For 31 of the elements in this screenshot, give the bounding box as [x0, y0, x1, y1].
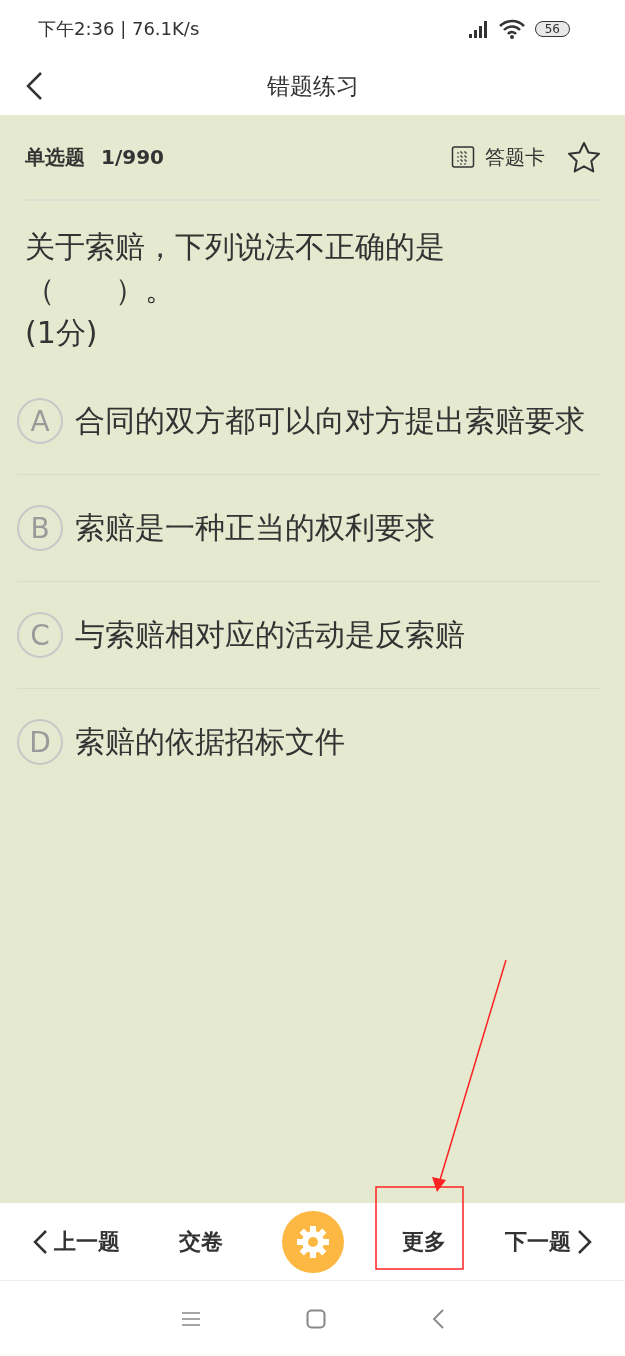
option-letter: B [17, 505, 63, 551]
more-button[interactable]: 更多 [402, 1226, 447, 1257]
page-title: 错题练习 [266, 71, 359, 101]
chevron-right-icon [577, 1228, 593, 1255]
option-letter: D [17, 719, 63, 765]
option-letter: C [17, 612, 63, 658]
question-type: 单选题 [25, 143, 85, 171]
option-text: 索赔是一种正当的权利要求 [75, 509, 435, 547]
menu-icon[interactable] [180, 1310, 201, 1327]
wifi-icon [498, 18, 525, 39]
answer-option[interactable]: A 合同的双方都可以向对方提出索赔要求 [17, 368, 601, 475]
submit-button[interactable]: 交卷 [178, 1226, 223, 1257]
answer-option[interactable]: B 索赔是一种正当的权利要求 [17, 475, 601, 582]
answer-card-button[interactable]: 答题卡 [451, 143, 545, 171]
star-icon[interactable] [567, 141, 601, 173]
gear-icon [295, 1224, 330, 1259]
back-icon[interactable] [24, 71, 44, 101]
home-icon[interactable] [305, 1308, 326, 1329]
next-button[interactable]: 下一题 [505, 1226, 593, 1257]
chevron-left-icon [32, 1228, 48, 1255]
option-text: 与索赔相对应的活动是反索赔 [75, 616, 465, 654]
battery-level: 56 [534, 20, 570, 37]
question-text: 关于索赔，下列说法不正确的是 （ ）。 (1分) [25, 228, 446, 352]
option-text: 合同的双方都可以向对方提出索赔要求 [75, 402, 585, 440]
previous-button[interactable]: 上一题 [32, 1226, 120, 1257]
answer-option[interactable]: C 与索赔相对应的活动是反索赔 [17, 582, 601, 689]
answer-option[interactable]: D 索赔的依据招标文件 [17, 689, 601, 795]
option-letter: A [17, 398, 63, 444]
option-text: 索赔的依据招标文件 [75, 723, 345, 761]
grid-icon [451, 145, 475, 169]
status-time: 下午2:36 | 76.1K/s [38, 16, 200, 41]
